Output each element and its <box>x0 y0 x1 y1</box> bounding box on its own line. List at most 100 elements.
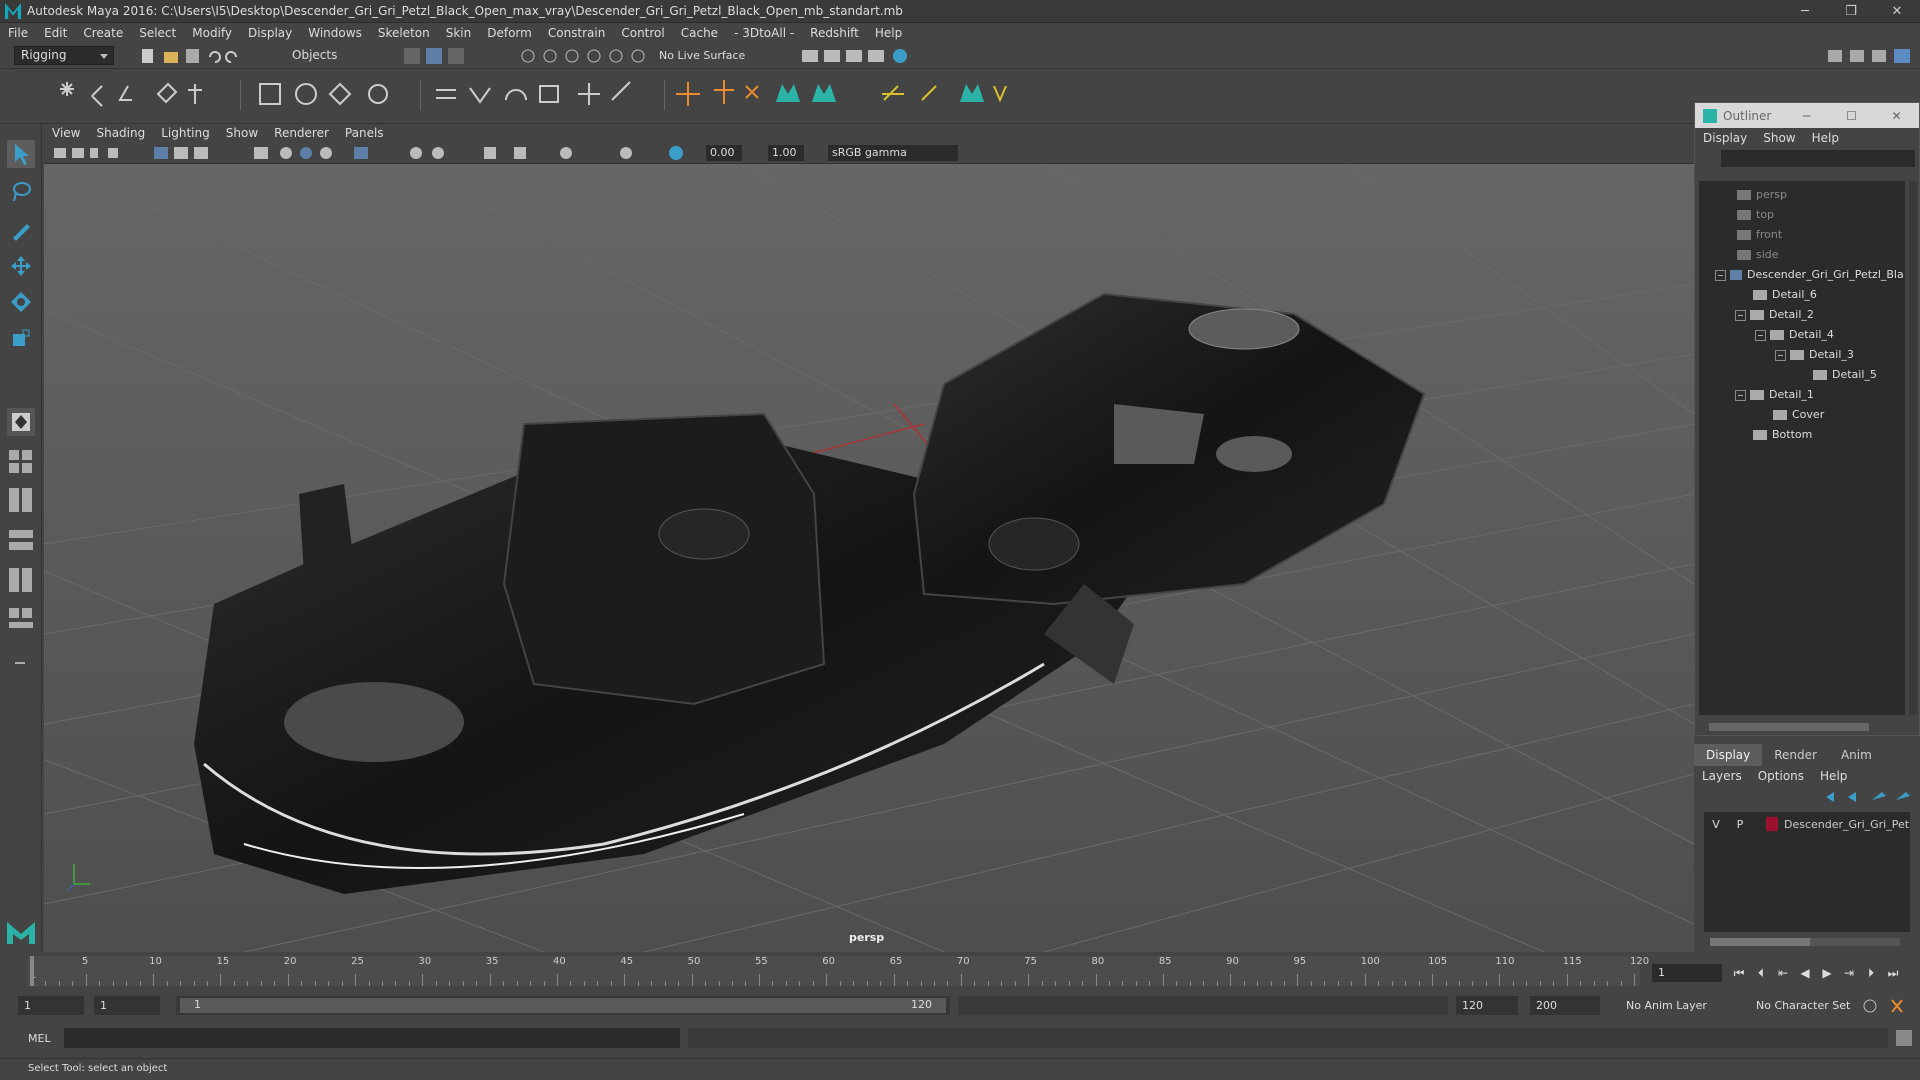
outliner-node-persp[interactable]: persp <box>1737 185 1787 205</box>
script-editor-icon[interactable] <box>1896 1030 1912 1046</box>
play-forwards-button[interactable]: ▶ <box>1818 964 1836 982</box>
outliner-node-detail-3[interactable]: Detail_3 <box>1775 345 1854 365</box>
aim-constraint-icon <box>578 83 600 105</box>
mel-label[interactable]: MEL <box>28 1032 51 1045</box>
outliner-vertical-scrollbar[interactable] <box>1909 181 1917 715</box>
outliner-node-root[interactable]: Descender_Gri_Gri_Petzl_Bla <box>1715 265 1904 285</box>
animation-start-field[interactable]: 1 <box>18 996 84 1015</box>
menu-3dtoall[interactable]: - 3DtoAll - <box>726 23 802 43</box>
restore-button[interactable]: ❐ <box>1828 0 1874 23</box>
menu-display[interactable]: Display <box>240 23 300 43</box>
step-forward-frame-button[interactable]: ⏵ <box>1862 964 1880 982</box>
menu-skeleton[interactable]: Skeleton <box>370 23 438 43</box>
step-back-frame-button[interactable]: ⏴ <box>1752 964 1770 982</box>
current-frame-field[interactable]: 1 <box>1652 964 1722 982</box>
layer-menu-help[interactable]: Help <box>1812 769 1855 783</box>
menu-constrain[interactable]: Constrain <box>540 23 614 43</box>
outliner-search-field[interactable] <box>1721 150 1915 167</box>
menu-set-dropdown[interactable]: Rigging <box>14 46 114 65</box>
outliner-node-cover[interactable]: Cover <box>1773 405 1824 425</box>
menu-skin[interactable]: Skin <box>438 23 480 43</box>
layer-playback-toggle[interactable]: P <box>1728 818 1752 831</box>
layer-horizontal-scrollbar[interactable] <box>1710 938 1900 946</box>
go-to-end-button[interactable]: ⏭ <box>1884 964 1902 982</box>
step-back-key-button[interactable]: ⇤ <box>1774 964 1792 982</box>
rotate-tool[interactable] <box>7 288 35 316</box>
layer-menu-layers[interactable]: Layers <box>1694 769 1750 783</box>
exposure-field[interactable]: 0.00 <box>706 145 742 161</box>
outliner-node-front[interactable]: front <box>1737 225 1782 245</box>
outliner-horizontal-scrollbar[interactable] <box>1709 723 1869 731</box>
viewport-menu-lighting[interactable]: Lighting <box>153 124 218 142</box>
outliner-node-bottom[interactable]: Bottom <box>1753 425 1812 445</box>
outliner-close-button[interactable]: ✕ <box>1874 109 1919 123</box>
time-tick <box>933 981 935 986</box>
menu-help[interactable]: Help <box>867 23 910 43</box>
menu-deform[interactable]: Deform <box>479 23 540 43</box>
playback-end-field[interactable]: 120 <box>1456 996 1518 1015</box>
current-time-marker[interactable] <box>30 956 34 986</box>
outliner-node-detail-6[interactable]: Detail_6 <box>1753 285 1817 305</box>
tab-anim[interactable]: Anim <box>1829 744 1884 766</box>
menu-modify[interactable]: Modify <box>184 23 240 43</box>
viewport-menu-panels[interactable]: Panels <box>337 124 392 142</box>
outliner-menu-show[interactable]: Show <box>1755 131 1803 145</box>
menu-file[interactable]: File <box>0 23 36 43</box>
outliner-node-detail-2[interactable]: Detail_2 <box>1735 305 1814 325</box>
time-ruler[interactable]: 1510152025303540455055606570758085909510… <box>28 956 1649 986</box>
close-button[interactable]: ✕ <box>1874 0 1920 23</box>
tab-render[interactable]: Render <box>1762 744 1829 766</box>
outliner-menu-display[interactable]: Display <box>1695 131 1755 145</box>
viewport-menu-view[interactable]: View <box>44 124 88 142</box>
selection-mask-dropdown[interactable]: Objects <box>282 46 382 65</box>
single-perspective-layout[interactable] <box>7 408 35 436</box>
outliner-maximize-button[interactable]: ☐ <box>1829 109 1874 123</box>
anim-layer-dropdown[interactable]: No Anim Layer <box>1620 996 1738 1015</box>
viewport-menu-shading[interactable]: Shading <box>88 124 153 142</box>
outliner-node-side[interactable]: side <box>1737 245 1779 265</box>
step-forward-key-button[interactable]: ⇥ <box>1840 964 1858 982</box>
menu-cache[interactable]: Cache <box>673 23 726 43</box>
menu-redshift[interactable]: Redshift <box>802 23 867 43</box>
menu-windows[interactable]: Windows <box>300 23 370 43</box>
camera-icon <box>1737 210 1751 220</box>
outliner-menu-help[interactable]: Help <box>1804 131 1847 145</box>
outliner-node-detail-5[interactable]: Detail_5 <box>1813 365 1877 385</box>
lasso-tool[interactable] <box>7 178 35 206</box>
outliner-node-top[interactable]: top <box>1737 205 1774 225</box>
layer-row[interactable]: V P Descender_Gri_Gri_Pet <box>1704 814 1910 834</box>
play-backwards-button[interactable]: ◀ <box>1796 964 1814 982</box>
layer-menu-options[interactable]: Options <box>1750 769 1812 783</box>
outliner-minimize-button[interactable]: ─ <box>1784 109 1829 123</box>
menu-create[interactable]: Create <box>75 23 131 43</box>
3d-scene[interactable]: persp <box>0 163 1695 953</box>
animation-end-field[interactable]: 200 <box>1530 996 1600 1015</box>
move-tool[interactable] <box>7 252 35 280</box>
select-tool[interactable] <box>7 140 35 168</box>
character-set-dropdown[interactable]: No Character Set <box>1750 996 1870 1015</box>
menu-control[interactable]: Control <box>613 23 672 43</box>
outliner-node-detail-1[interactable]: Detail_1 <box>1735 385 1814 405</box>
menu-edit[interactable]: Edit <box>36 23 75 43</box>
command-input[interactable] <box>64 1028 680 1048</box>
menu-select[interactable]: Select <box>131 23 184 43</box>
perspective-viewport[interactable]: View Shading Lighting Show Renderer Pane… <box>0 124 1695 953</box>
color-space-dropdown[interactable]: sRGB gamma <box>828 145 958 161</box>
outliner-node-detail-4[interactable]: Detail_4 <box>1755 325 1834 345</box>
layer-color-swatch[interactable] <box>1766 817 1778 831</box>
playback-start-field[interactable]: 1 <box>94 996 160 1015</box>
viewport-menu-show[interactable]: Show <box>218 124 266 142</box>
viewport-menu-renderer[interactable]: Renderer <box>266 124 337 142</box>
layer-visibility-toggle[interactable]: V <box>1704 818 1728 831</box>
parent-constraint-icon <box>436 89 456 99</box>
grid-icon <box>154 147 168 159</box>
minimize-button[interactable]: ─ <box>1782 0 1828 23</box>
tab-display[interactable]: Display <box>1694 744 1763 766</box>
scale-tool[interactable] <box>7 324 35 352</box>
paint-select-tool[interactable] <box>7 216 35 244</box>
layout-icons <box>9 450 33 664</box>
go-to-start-button[interactable]: ⏮ <box>1730 964 1748 982</box>
live-surface-field[interactable]: No Live Surface <box>655 46 755 65</box>
range-bar[interactable]: 1 120 <box>176 996 950 1015</box>
gamma-field[interactable]: 1.00 <box>768 145 804 161</box>
